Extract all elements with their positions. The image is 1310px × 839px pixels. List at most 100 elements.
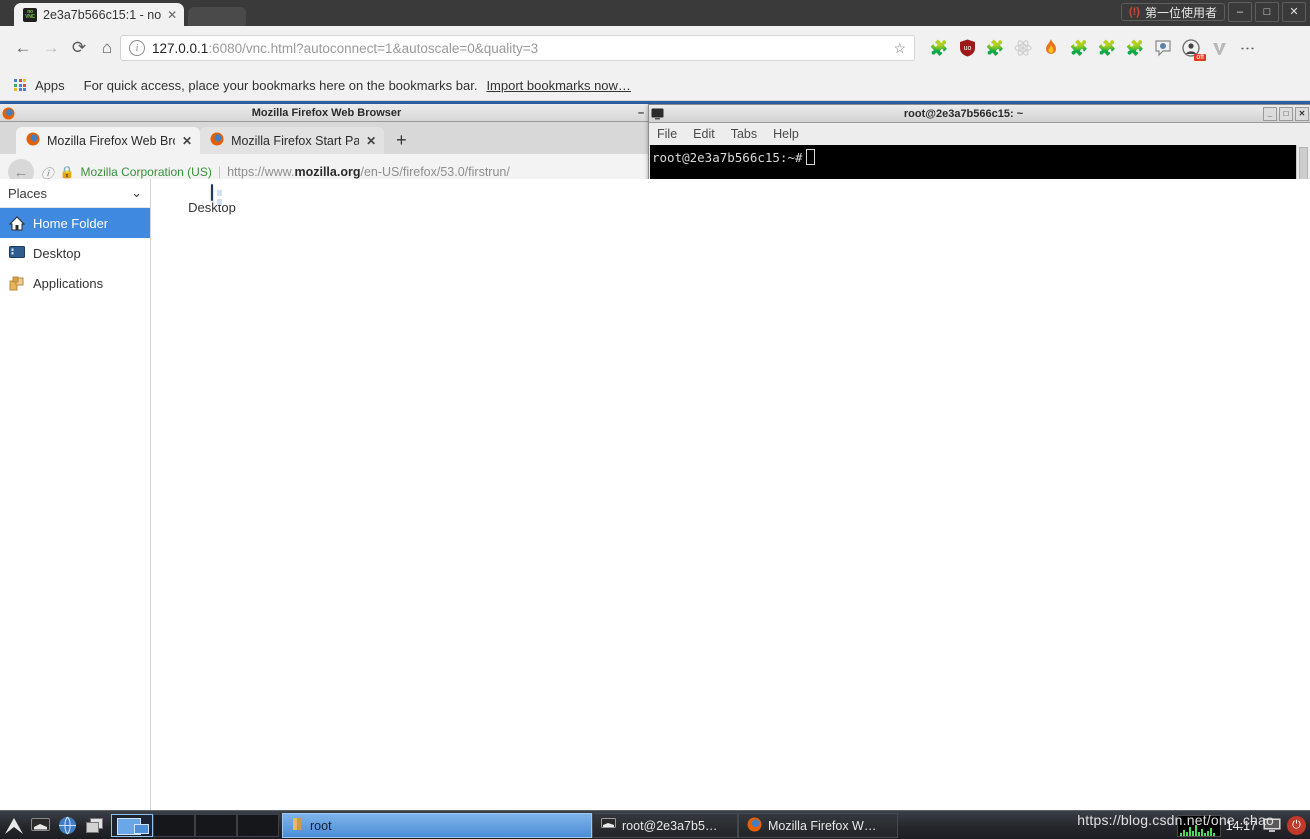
address-bar-url: 127.0.0.1:6080/vnc.html?autoconnect=1&au… [152,41,538,56]
taskbar-button-terminal[interactable]: root@2e3a7b5… [592,813,738,838]
alert-icon: (!) [1129,6,1140,18]
places-sidebar: Places ⌄ Home Folder Desktop [0,179,151,816]
apps-label[interactable]: Apps [35,78,65,93]
chrome-tab-title: 2e3a7b566c15:1 - no [43,8,161,22]
sidebar-item-home-folder[interactable]: Home Folder [0,208,150,238]
terminal-icon [651,108,664,120]
firefox-window-title: Mozilla Firefox Web Browser [15,107,638,119]
chrome-tab[interactable]: noVNC 2e3a7b566c15:1 - no ✕ [14,3,184,26]
close-button[interactable]: ✕ [1295,107,1309,121]
folder-desktop-icon [211,184,213,201]
firefox-tab-1-label: Mozilla Firefox Web Bro [47,134,175,148]
terminal-icon[interactable] [27,812,54,839]
chevron-down-icon[interactable]: ⌄ [131,185,142,201]
taskbar-button-firefox-label: Mozilla Firefox W… [768,819,876,833]
vnc-canvas[interactable]: ▶ Mozilla Firefox Web Browser – Mozilla … [0,101,1310,839]
v-icon[interactable] [1205,35,1233,61]
windows-icon[interactable] [81,812,108,839]
chat-bubble-icon[interactable] [1149,35,1177,61]
taskbar-button-root[interactable]: root [282,813,592,838]
workspace-4[interactable] [237,814,279,837]
site-info-icon[interactable]: i [129,40,145,56]
places-header[interactable]: Places ⌄ [0,179,150,208]
file-item-desktop[interactable]: Desktop [169,185,255,215]
react-icon[interactable] [1009,35,1037,61]
chrome-menu-button[interactable]: ⋮ [1233,35,1261,61]
taskbar-button-firefox[interactable]: Mozilla Firefox W… [738,813,898,838]
close-icon[interactable]: ✕ [366,134,376,148]
sidebar-item-desktop[interactable]: Desktop [0,238,150,268]
user-badge-label: 第一位使用者 [1145,4,1217,21]
window-maximize-button[interactable]: □ [1255,2,1279,22]
menu-help[interactable]: Help [773,127,799,141]
watermark: https://blog.csdn.net/one_chao [1077,812,1274,828]
workspace-2[interactable] [153,814,195,837]
puzzle-icon[interactable]: 🧩 [1121,35,1149,61]
home-icon[interactable]: ⌂ [94,35,120,61]
workspace-1[interactable] [111,814,153,837]
forward-icon[interactable]: → [38,35,64,61]
bookmark-star-icon[interactable]: ☆ [893,40,906,57]
window-controls: (!) 第一位使用者 – □ ✕ [1121,2,1306,22]
bookmarks-hint: For quick access, place your bookmarks h… [84,78,478,93]
window-close-button[interactable]: ✕ [1282,2,1306,22]
new-tab-ghost[interactable] [188,7,247,26]
power-icon[interactable]: ⏻ [1287,816,1306,835]
apps-icon [8,275,25,292]
firefox-icon [26,132,40,149]
firefox-url: https://www.mozilla.org/en-US/firefox/53… [227,165,510,179]
workspace-3[interactable] [195,814,237,837]
chrome-tabstrip: noVNC 2e3a7b566c15:1 - no ✕ [0,0,246,26]
menu-file[interactable]: File [657,127,677,141]
sidebar-item-applications-label: Applications [33,276,103,291]
puzzle-icon[interactable]: 🧩 [925,35,953,61]
extension-toolbar: 🧩 uo 🧩 🧩 🧩 🧩 off ⋮ [925,35,1261,61]
menu-arrow-icon[interactable] [0,812,27,839]
sidebar-item-applications[interactable]: Applications [0,268,150,298]
file-list-view[interactable]: Desktop [151,179,1310,816]
terminal-window-buttons: _ □ ✕ [1263,107,1309,121]
reload-icon[interactable]: ⟳ [66,35,92,61]
globe-icon[interactable] [54,812,81,839]
terminal-icon [601,818,616,834]
firefox-icon [210,132,224,149]
apps-grid-icon[interactable] [14,79,26,91]
puzzle-icon[interactable]: 🧩 [1093,35,1121,61]
sidebar-item-desktop-label: Desktop [33,246,81,261]
terminal-cursor [806,149,815,165]
window-minimize-button[interactable]: – [1228,2,1252,22]
user-badge[interactable]: (!) 第一位使用者 [1121,3,1225,21]
new-tab-button[interactable]: + [384,130,419,154]
firefox-tab-1[interactable]: Mozilla Firefox Web Bro ✕ [16,127,200,154]
firefox-titlebar: Mozilla Firefox Web Browser – [0,104,650,122]
import-bookmarks-link[interactable]: Import bookmarks now… [486,78,631,93]
file-item-desktop-label: Desktop [169,200,255,215]
ublock-shield-icon[interactable]: uo [953,35,981,61]
places-label: Places [8,186,47,201]
firefox-icon [747,817,762,835]
url-rest: :6080/vnc.html?autoconnect=1&autoscale=0… [208,41,538,56]
close-icon[interactable]: ✕ [167,8,177,22]
sidebar-item-home-folder-label: Home Folder [33,216,108,231]
taskbar-button-terminal-label: root@2e3a7b5… [622,819,717,833]
minimize-button[interactable]: _ [1263,107,1277,121]
flame-icon[interactable] [1037,35,1065,61]
close-icon[interactable]: ✕ [182,134,192,148]
menu-edit[interactable]: Edit [693,127,715,141]
lock-icon: 🔒 [60,165,75,179]
monitor-icon [8,245,25,262]
back-icon[interactable]: ← [10,35,36,61]
workspace-switcher[interactable] [111,814,279,837]
firefox-tab-2[interactable]: Mozilla Firefox Start Pag ✕ [200,127,384,154]
puzzle-icon[interactable]: 🧩 [981,35,1009,61]
maximize-button[interactable]: □ [1279,107,1293,121]
chrome-titlebar: noVNC 2e3a7b566c15:1 - no ✕ (!) 第一位使用者 –… [0,0,1310,26]
file-manager-body: Places ⌄ Home Folder Desktop [0,179,1310,816]
puzzle-icon[interactable]: 🧩 [1065,35,1093,61]
taskbar-button-root-label: root [310,819,332,833]
terminal-titlebar: root@2e3a7b566c15: ~ _ □ ✕ [649,105,1310,123]
menu-tabs[interactable]: Tabs [731,127,757,141]
address-bar[interactable]: i 127.0.0.1:6080/vnc.html?autoconnect=1&… [120,35,915,61]
site-identity-label: Mozilla Corporation (US) [80,165,211,179]
user-off-icon[interactable]: off [1177,35,1205,61]
